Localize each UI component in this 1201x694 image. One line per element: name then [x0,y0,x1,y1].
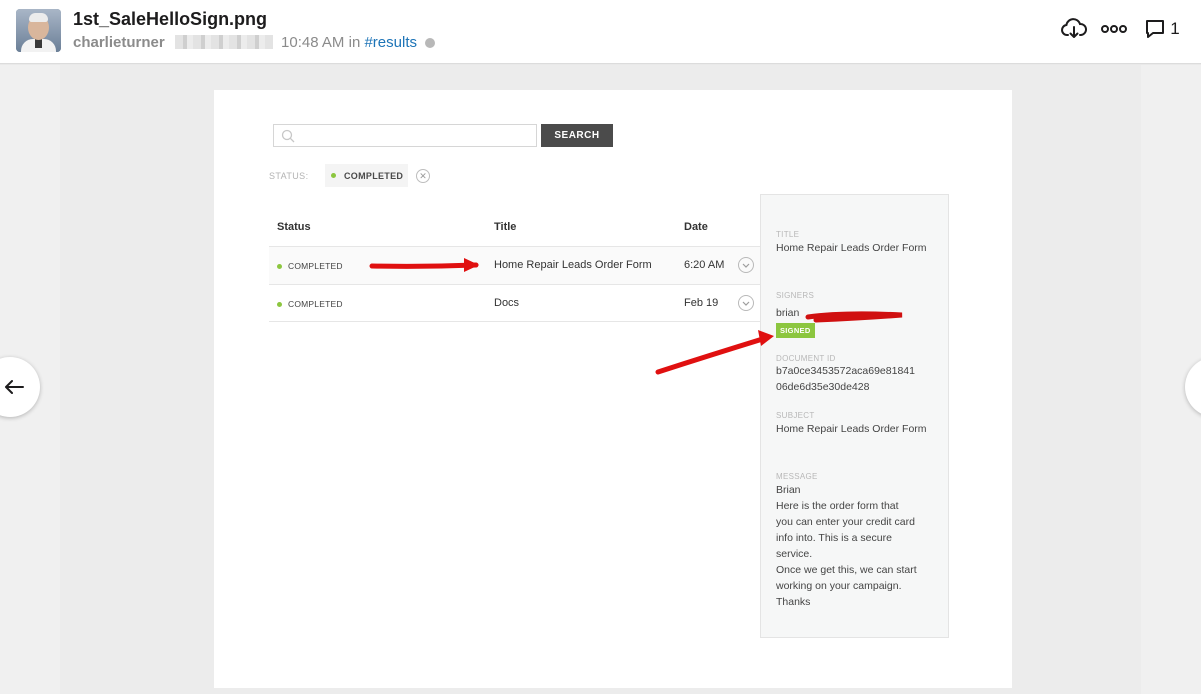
arrow-left-icon [5,380,24,394]
chevron-down-glyph [742,301,750,306]
chevron-down-icon[interactable] [738,257,754,273]
more-options-icon [1101,25,1127,33]
details-document-id-label: DOCUMENT ID [776,354,836,363]
status-filter-chip[interactable]: COMPLETED [325,164,408,187]
timestamp: 10:48 AM [281,34,345,51]
comment-icon [1146,20,1165,38]
status-dot-icon [277,301,282,307]
details-title-label: TITLE [776,230,800,239]
in-label: in [348,34,361,51]
image-viewer: SEARCH STATUS: COMPLETED ✕ Status Title … [0,65,1201,694]
row-date: Feb 19 [684,297,719,309]
red-arrow-annotation [655,335,769,375]
message-line: Brian [776,484,801,496]
details-message-value: Brian Here is the order form that you ca… [776,482,941,610]
file-meta: charlieturner 10:48 AM in #results [73,34,436,51]
search-button[interactable]: SEARCH [541,124,613,147]
chevron-down-glyph [742,263,750,268]
message-line: info into. This is a secure [776,532,892,544]
row-status-label: COMPLETED [288,299,343,309]
row-status-label: COMPLETED [288,261,343,271]
message-line: Here is the order form that [776,500,899,512]
document-details-panel: TITLE Home Repair Leads Order Form SIGNE… [760,194,949,638]
row-title: Home Repair Leads Order Form [494,259,652,271]
message-line: you can enter your credit card [776,516,915,528]
details-message-label: MESSAGE [776,472,818,481]
status-dot-icon [277,263,282,269]
channel-status-icon [425,38,436,48]
message-line: working on your campaign. [776,580,902,592]
table-row[interactable]: COMPLETED Docs Feb 19 [269,284,760,322]
message-line: Once we get this, we can start [776,564,917,576]
details-subject-label: SUBJECT [776,411,815,420]
download-button[interactable] [1060,16,1088,42]
avatar[interactable] [16,9,61,52]
column-header-title: Title [494,221,517,233]
row-status: COMPLETED [277,261,343,271]
row-status: COMPLETED [277,299,343,309]
message-line: service. [776,548,813,560]
status-filter-label: STATUS: [269,171,309,181]
redacted-text [174,35,273,49]
signed-badge: SIGNED [776,323,815,338]
displayed-image: SEARCH STATUS: COMPLETED ✕ Status Title … [214,90,1012,688]
details-title-value: Home Repair Leads Order Form [776,242,927,254]
details-subject-value: Home Repair Leads Order Form [776,423,927,435]
cloud-download-icon [1061,18,1087,38]
username-link[interactable]: charlieturner [73,34,165,51]
details-signers-label: SIGNERS [776,291,815,300]
search-input[interactable] [273,124,537,147]
chevron-down-icon[interactable] [738,295,754,311]
signer-name: brian [776,307,800,319]
search-icon [281,129,295,143]
column-header-date: Date [684,221,708,233]
file-header: 1st_SaleHelloSign.png charlieturner 10:4… [0,0,1201,64]
status-chip-label: COMPLETED [344,170,404,181]
message-line: Thanks [776,596,811,608]
comment-count: 1 [1170,19,1180,38]
status-dot-icon [331,173,336,178]
comments-button[interactable]: 1 [1142,16,1182,42]
details-document-id-value: b7a0ce3453572aca69e81841 06de6d35e30de42… [776,365,915,393]
more-options-button[interactable] [1100,16,1128,42]
row-title: Docs [494,297,520,309]
file-title: 1st_SaleHelloSign.png [73,9,268,29]
channel-link[interactable]: #results [364,34,417,51]
clear-filter-icon[interactable]: ✕ [416,169,430,183]
table-row[interactable]: COMPLETED Home Repair Leads Order Form 6… [269,246,760,284]
row-date: 6:20 AM [684,259,725,271]
column-header-status: Status [277,221,311,233]
